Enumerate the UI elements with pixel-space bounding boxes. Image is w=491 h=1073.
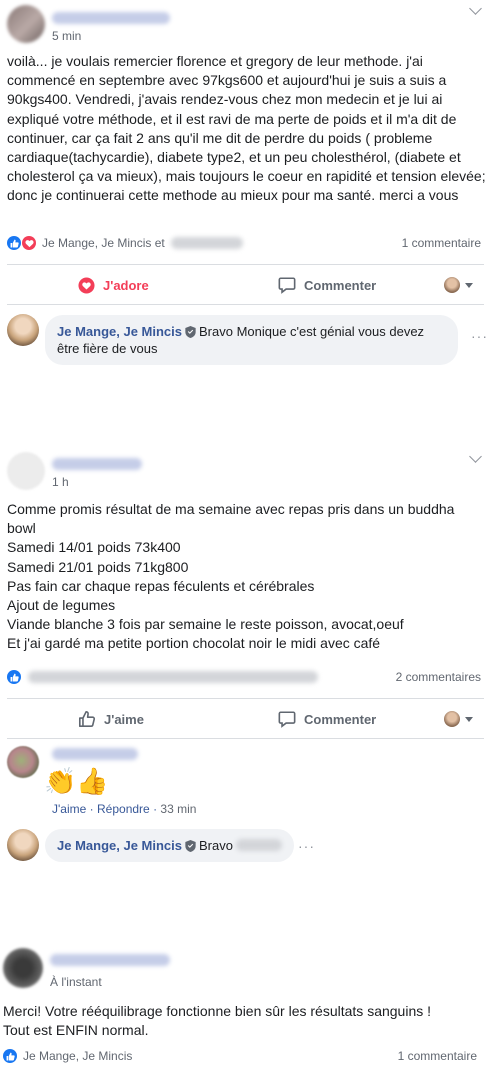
post-1-author-avatar[interactable] xyxy=(7,5,45,43)
post-3-text: Merci! Votre rééquilibrage fonctionne bi… xyxy=(3,1003,432,1039)
post-1-reactions-names: Je Mange, Je Mincis et xyxy=(42,236,165,250)
like-reaction-icon xyxy=(3,1049,17,1063)
selector-chevron-down-icon xyxy=(465,716,473,722)
post-1-timestamp[interactable]: 5 min xyxy=(52,29,81,43)
post-2-comment-count[interactable]: 2 commentaires xyxy=(396,670,481,684)
like-reaction-icon xyxy=(7,670,21,684)
like-button[interactable]: J'aime xyxy=(78,702,144,736)
reply-respond-link[interactable]: Répondre xyxy=(97,802,150,816)
post-2: 1 h Comme promis résultat de ma semaine … xyxy=(0,448,491,888)
post-3-comment-count[interactable]: 1 commentaire xyxy=(398,1049,477,1063)
heart-icon xyxy=(78,276,95,294)
thumbs-up-icon xyxy=(78,710,96,728)
verified-shield-icon xyxy=(185,840,196,852)
love-reaction-icon xyxy=(22,236,36,250)
post-2-comment: Je Mange, Je Mincis Bravo xyxy=(45,829,294,862)
post-1-comment: Je Mange, Je Mincis Bravo Monique c'est g… xyxy=(45,315,458,365)
post-2-divider-bottom xyxy=(7,738,484,739)
post-1-divider-top xyxy=(7,264,484,265)
comment-author-link[interactable]: Je Mange, Je Mincis xyxy=(57,324,182,339)
post-3-author-name-blurred[interactable] xyxy=(50,954,170,966)
post-2-reactions-blurred-names xyxy=(28,671,318,683)
post-2-divider-top xyxy=(7,698,484,699)
post-1-options-chevron-icon[interactable] xyxy=(469,2,482,15)
react-as-selector[interactable] xyxy=(444,702,473,736)
page-avatar-je-mange[interactable] xyxy=(7,314,39,346)
post-3-author-avatar[interactable] xyxy=(3,948,43,988)
post-1-divider-bottom xyxy=(7,304,484,305)
reply-timestamp[interactable]: 33 min xyxy=(160,802,196,816)
like-reaction-icon xyxy=(7,236,21,250)
post-1-author-name-blurred[interactable] xyxy=(52,12,170,24)
page-avatar-small-icon xyxy=(444,711,460,727)
reply-actions: J'aime · Répondre · 33 min xyxy=(52,802,197,816)
comment-button-label: Commenter xyxy=(304,711,377,727)
post-2-timestamp[interactable]: 1 h xyxy=(52,475,69,489)
post-1-reactions-blurred-name xyxy=(170,237,243,249)
clapping-thumbs-up-emoji: 👏👍 xyxy=(44,766,109,796)
speech-bubble-icon xyxy=(278,711,296,728)
post-1-reactions[interactable]: Je Mange, Je Mincis et xyxy=(7,234,243,252)
reply-like-link[interactable]: J'aime xyxy=(52,802,86,816)
comment-button-label: Commenter xyxy=(304,277,377,293)
post-2-author-name-blurred[interactable] xyxy=(52,458,142,470)
verified-shield-icon xyxy=(185,326,196,338)
commenter-avatar[interactable] xyxy=(7,746,39,778)
page-avatar-small-icon xyxy=(444,277,460,293)
comment-text: Bravo xyxy=(199,838,233,853)
post-2-text: Comme promis résultat de ma semaine avec… xyxy=(7,501,455,652)
react-as-selector[interactable] xyxy=(444,268,473,302)
post-2-action-bar: J'aime Commenter xyxy=(0,702,491,736)
comment-author-link[interactable]: Je Mange, Je Mincis xyxy=(57,838,182,853)
post-3-reactions-names: Je Mange, Je Mincis xyxy=(23,1049,133,1063)
selector-chevron-down-icon xyxy=(465,282,473,288)
post-2-options-chevron-icon[interactable] xyxy=(469,450,482,463)
page-avatar-je-mange[interactable] xyxy=(7,829,39,861)
post-1-text: voilà... je voulais remercier florence e… xyxy=(7,53,486,204)
post-1-action-bar: J'adore Commenter xyxy=(0,268,491,302)
comment-text-blurred xyxy=(235,839,282,851)
post-3: À l'instant Merci! Votre rééquilibrage f… xyxy=(0,940,491,1073)
love-button[interactable]: J'adore xyxy=(78,268,149,302)
post-1: 5 min voilà... je voulais remercier flor… xyxy=(0,0,491,400)
comment-options-dots-icon[interactable]: ··· xyxy=(298,838,315,854)
comment-options-dots-icon[interactable]: ··· xyxy=(471,328,488,344)
post-3-reactions[interactable]: Je Mange, Je Mincis xyxy=(3,1047,132,1065)
speech-bubble-icon xyxy=(278,277,296,294)
love-button-label: J'adore xyxy=(103,277,149,293)
post-3-timestamp[interactable]: À l'instant xyxy=(50,975,102,989)
comment-button[interactable]: Commenter xyxy=(278,702,376,736)
post-2-author-avatar[interactable] xyxy=(7,452,45,490)
post-1-comment-count[interactable]: 1 commentaire xyxy=(402,236,481,250)
like-button-label: J'aime xyxy=(104,711,144,727)
commenter-name-blurred[interactable] xyxy=(52,748,138,760)
post-2-reactions[interactable] xyxy=(7,668,318,686)
comment-button[interactable]: Commenter xyxy=(278,268,376,302)
